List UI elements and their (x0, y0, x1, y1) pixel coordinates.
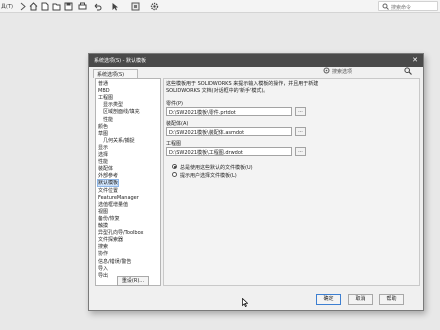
tree-item[interactable]: 搜索 (98, 244, 108, 250)
tree-item[interactable]: 工程图 (98, 95, 113, 101)
chevron-right-icon[interactable] (20, 2, 26, 11)
options-gear-icon[interactable] (150, 2, 159, 11)
tree-item[interactable]: 显示类型 (103, 102, 123, 108)
tree-item[interactable]: 视图 (98, 209, 108, 215)
tree-item[interactable]: 性能 (103, 117, 113, 123)
assembly-template-path: D:\SW2021模板\装配体.asmdot (169, 130, 245, 136)
assembly-template-label: 装配体(A) (166, 121, 189, 127)
reset-button[interactable]: 重设(R)... (117, 276, 149, 286)
app-toolbar: 具(T) 搜索命令 (0, 0, 440, 13)
system-options-dialog: 系统选项(S) - 默认模板 ✕ 系统选项(S) 搜索选项 普通 MBD 工程图 显示… (88, 53, 424, 311)
radio-button-checked[interactable] (172, 164, 177, 169)
part-template-path: D:\SW2021模板\零件.prtdot (169, 110, 236, 116)
tree-item[interactable]: 备份/恢复 (98, 216, 120, 222)
tree-item[interactable]: 性能 (98, 159, 108, 165)
tree-item[interactable]: 草图 (98, 131, 108, 137)
new-file-icon[interactable] (41, 2, 49, 11)
command-search-input[interactable]: 搜索命令 (378, 1, 438, 11)
drawing-template-field[interactable]: D:\SW2021模板\工程图.drwdot (166, 147, 292, 156)
search-icon[interactable] (404, 67, 412, 77)
tree-item[interactable]: 装配体 (98, 166, 113, 172)
tree-item[interactable]: 外部参考 (98, 173, 118, 179)
cancel-button[interactable]: 取消 (348, 294, 373, 305)
tree-item[interactable]: 普通 (98, 81, 108, 87)
tree-item[interactable]: MBD (98, 88, 110, 94)
tools-menu[interactable]: 具(T) (1, 3, 13, 10)
gear-search-icon (323, 67, 330, 76)
part-template-field[interactable]: D:\SW2021模板\零件.prtdot (166, 107, 292, 116)
tree-item[interactable]: 选择 (98, 152, 108, 158)
default-templates-pane: 这些模板用于 SOLIDWORKS 来提示输入模板的操作，并且用于新建 SOLI… (163, 78, 420, 286)
tree-item[interactable]: 文件位置 (98, 188, 118, 194)
dialog-titlebar[interactable]: 系统选项(S) - 默认模板 ✕ (89, 54, 423, 67)
close-icon[interactable]: ✕ (412, 56, 418, 64)
tree-item[interactable]: 导入 (98, 266, 108, 272)
tree-item[interactable]: 协作 (98, 251, 108, 257)
radio-prompt-user-label: 提示用户选择文件模板(L) (180, 173, 237, 179)
drawing-browse-button[interactable]: ... (295, 147, 306, 156)
tree-item[interactable]: 选值框增量值 (98, 202, 128, 208)
radio-always-use-defaults-label: 总是使用这些默认的文件模板(U) (180, 165, 253, 171)
assembly-browse-button[interactable]: ... (295, 127, 306, 136)
radio-button-unchecked[interactable] (172, 172, 177, 177)
tree-item[interactable]: FeatureManager (98, 195, 139, 201)
options-search[interactable]: 搜索选项 (323, 67, 383, 76)
rebuild-icon[interactable] (131, 2, 140, 11)
undo-icon[interactable] (93, 2, 102, 11)
mouse-cursor-icon (242, 297, 249, 309)
open-folder-icon[interactable] (52, 2, 61, 11)
tab-label: 系统选项(S) (97, 72, 125, 78)
options-tree: 普通 MBD 工程图 显示类型 区域剖面线/填充 性能 颜色 草图 几何关系/捕捉 显示 选择 性能装… (95, 78, 161, 286)
ok-button[interactable]: 确定 (316, 294, 341, 305)
save-icon[interactable] (64, 2, 73, 11)
print-icon[interactable] (78, 2, 87, 11)
tree-item[interactable]: 显示 (98, 145, 108, 151)
assembly-template-field[interactable]: D:\SW2021模板\装配体.asmdot (166, 127, 292, 136)
options-search-placeholder: 搜索选项 (332, 69, 353, 75)
tree-item[interactable]: 异型孔向导/Toolbox (98, 230, 143, 236)
home-icon[interactable] (29, 2, 38, 11)
part-browse-button[interactable]: ... (295, 107, 306, 116)
select-arrow-icon[interactable] (111, 2, 119, 11)
search-placeholder: 搜索命令 (391, 5, 412, 11)
tree-item[interactable]: 触摸 (98, 223, 108, 229)
drawing-template-label: 工程图 (166, 141, 182, 147)
tab-system-options[interactable]: 系统选项(S) (93, 69, 138, 78)
tree-item[interactable]: 默认模板 (96, 179, 120, 188)
part-template-label: 零件(P) (166, 101, 183, 107)
drawing-template-path: D:\SW2021模板\工程图.drwdot (169, 150, 243, 156)
tree-item[interactable]: 区域剖面线/填充 (103, 109, 140, 115)
tree-item[interactable]: 信息/错误/警告 (98, 259, 131, 265)
search-icon (382, 3, 389, 12)
templates-description: 这些模板用于 SOLIDWORKS 来提示输入模板的操作，并且用于新建 SOLI… (166, 81, 319, 94)
dialog-title: 系统选项(S) - 默认模板 (94, 58, 147, 64)
tree-item[interactable]: 几何关系/捕捉 (103, 138, 135, 144)
tree-item[interactable]: 文件探索器 (98, 237, 123, 243)
tree-item[interactable]: 导出 (98, 273, 108, 279)
help-button[interactable]: 帮助 (379, 294, 404, 305)
tree-item[interactable]: 颜色 (98, 124, 108, 130)
